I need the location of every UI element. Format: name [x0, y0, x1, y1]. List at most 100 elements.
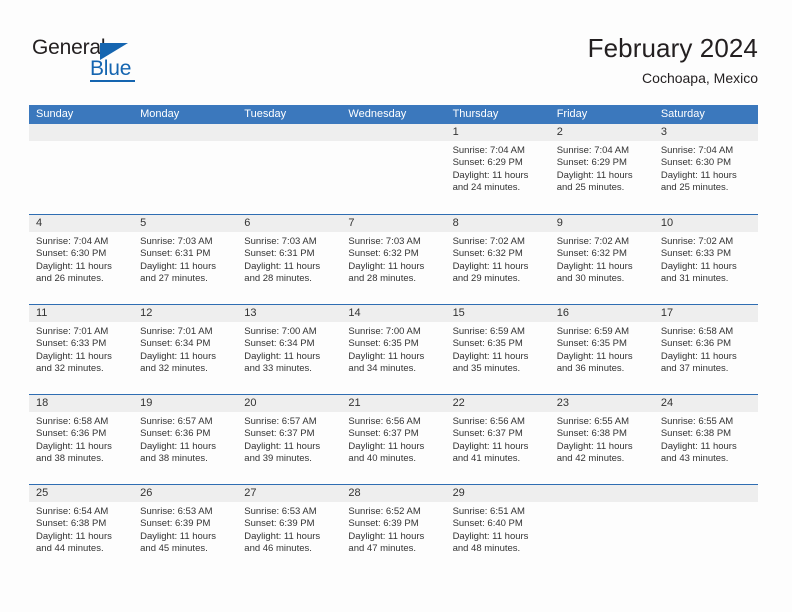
calendar-week-row: 4 Sunrise: 7:04 AM Sunset: 6:30 PM Daylight… [29, 214, 758, 304]
weekday-header-wednesday: Wednesday [348, 108, 407, 120]
day-daylight-line2-text: and 30 minutes. [556, 273, 625, 285]
day-daylight-line1-text: Daylight: 11 hours [36, 530, 112, 542]
weekday-header-saturday: Saturday [660, 108, 705, 120]
day-daylight-line2-text: and 38 minutes. [36, 453, 104, 465]
calendar-day-cell-empty [237, 124, 342, 214]
day-sunrise-text: Sunrise: 7:01 AM [36, 326, 109, 337]
day-sunrise-text: Sunrise: 7:04 AM [556, 145, 630, 156]
day-details: Sunrise: 7:00 AM Sunset: 6:34 PM Daylight:… [237, 322, 341, 376]
calendar-day-cell[interactable]: 27 Sunrise: 6:53 AM Sunset: 6:39 PM Dayligh… [237, 485, 342, 574]
calendar-day-cell[interactable]: 15 Sunrise: 6:59 AM Sunset: 6:35 PM Dayligh… [445, 305, 550, 394]
day-number: 10 [653, 215, 758, 232]
calendar-day-cell[interactable]: 22 Sunrise: 6:56 AM Sunset: 6:37 PM Dayligh… [445, 395, 550, 484]
calendar-day-cell[interactable]: 18 Sunrise: 6:58 AM Sunset: 6:36 PM Dayligh… [29, 395, 134, 484]
day-sunset-text: Sunset: 6:35 PM [556, 338, 627, 350]
page-subtitle: Cochoapa, Mexico [642, 70, 758, 86]
day-details: Sunrise: 7:03 AM Sunset: 6:32 PM Daylight:… [341, 232, 445, 286]
calendar-day-cell-empty [133, 124, 238, 214]
day-number [29, 124, 134, 141]
day-sunrise-text: Sunrise: 7:04 AM [452, 145, 525, 156]
calendar-day-cell[interactable]: 16 Sunrise: 6:59 AM Sunset: 6:35 PM Dayligh… [549, 305, 654, 394]
day-number: 20 [237, 395, 342, 412]
day-sunset-text: Sunset: 6:34 PM [244, 338, 315, 350]
day-details: Sunrise: 6:55 AM Sunset: 6:38 PM Daylight:… [654, 412, 758, 466]
calendar-day-cell[interactable]: 25 Sunrise: 6:54 AM Sunset: 6:38 PM Dayligh… [29, 485, 134, 574]
calendar-day-cell[interactable]: 2 Sunrise: 7:04 AM Sunset: 6:29 PM Daylight… [549, 124, 654, 214]
calendar-day-cell[interactable]: 28 Sunrise: 6:52 AM Sunset: 6:39 PM Dayligh… [341, 485, 446, 574]
day-sunset-text: Sunset: 6:39 PM [348, 518, 419, 530]
calendar-day-cell[interactable]: 3 Sunrise: 7:04 AM Sunset: 6:30 PM Daylight… [653, 124, 758, 214]
calendar-day-cell[interactable]: 26 Sunrise: 6:53 AM Sunset: 6:39 PM Dayligh… [133, 485, 238, 574]
calendar-day-cell[interactable]: 21 Sunrise: 6:56 AM Sunset: 6:37 PM Dayligh… [341, 395, 446, 484]
day-daylight-line1-text: Daylight: 11 hours [140, 440, 217, 452]
calendar-day-cell[interactable]: 23 Sunrise: 6:55 AM Sunset: 6:38 PM Dayligh… [549, 395, 654, 484]
day-sunrise-text: Sunrise: 6:58 AM [660, 326, 734, 337]
generalblue-logo[interactable]: General Blue [32, 36, 192, 86]
day-details: Sunrise: 7:04 AM Sunset: 6:29 PM Daylight:… [446, 141, 550, 195]
calendar-day-cell-empty [29, 124, 134, 214]
day-sunset-text: Sunset: 6:32 PM [556, 248, 627, 260]
day-number [549, 485, 654, 502]
day-sunrise-text: Sunrise: 6:51 AM [452, 506, 525, 517]
calendar-day-cell[interactable]: 6 Sunrise: 7:03 AM Sunset: 6:31 PM Daylight… [237, 215, 342, 304]
day-daylight-line2-text: and 37 minutes. [660, 363, 729, 375]
day-number: 15 [445, 305, 550, 322]
day-number: 8 [445, 215, 550, 232]
day-daylight-line2-text: and 33 minutes. [244, 363, 312, 375]
day-sunset-text: Sunset: 6:38 PM [556, 428, 627, 440]
day-sunrise-text: Sunrise: 6:53 AM [140, 506, 213, 517]
day-sunset-text: Sunset: 6:38 PM [660, 428, 732, 440]
day-daylight-line1-text: Daylight: 11 hours [36, 350, 112, 362]
day-sunrise-text: Sunrise: 7:02 AM [556, 236, 630, 247]
day-sunset-text: Sunset: 6:36 PM [140, 428, 211, 440]
calendar-day-cell[interactable]: 8 Sunrise: 7:02 AM Sunset: 6:32 PM Daylight… [445, 215, 550, 304]
day-number [133, 124, 238, 141]
day-daylight-line1-text: Daylight: 11 hours [36, 260, 112, 272]
day-details: Sunrise: 7:02 AM Sunset: 6:33 PM Daylight:… [654, 232, 758, 286]
calendar-day-cell[interactable]: 17 Sunrise: 6:58 AM Sunset: 6:36 PM Dayligh… [653, 305, 758, 394]
day-daylight-line2-text: and 42 minutes. [556, 453, 625, 465]
day-details: Sunrise: 7:03 AM Sunset: 6:31 PM Daylight:… [133, 232, 237, 286]
calendar-day-cell[interactable]: 24 Sunrise: 6:55 AM Sunset: 6:38 PM Dayligh… [653, 395, 758, 484]
day-number: 7 [341, 215, 446, 232]
day-number: 6 [237, 215, 342, 232]
day-daylight-line2-text: and 32 minutes. [36, 363, 104, 375]
day-daylight-line2-text: and 26 minutes. [36, 273, 104, 285]
calendar-day-cell[interactable]: 12 Sunrise: 7:01 AM Sunset: 6:34 PM Dayligh… [133, 305, 238, 394]
calendar-day-cell[interactable]: 7 Sunrise: 7:03 AM Sunset: 6:32 PM Daylight… [341, 215, 446, 304]
day-sunrise-text: Sunrise: 6:59 AM [556, 326, 630, 337]
calendar-day-cell[interactable]: 10 Sunrise: 7:02 AM Sunset: 6:33 PM Dayligh… [653, 215, 758, 304]
calendar-day-cell[interactable]: 14 Sunrise: 7:00 AM Sunset: 6:35 PM Dayligh… [341, 305, 446, 394]
day-details: Sunrise: 7:03 AM Sunset: 6:31 PM Daylight:… [237, 232, 341, 286]
day-daylight-line1-text: Daylight: 11 hours [556, 350, 633, 362]
day-daylight-line1-text: Daylight: 11 hours [660, 169, 737, 181]
day-details: Sunrise: 6:59 AM Sunset: 6:35 PM Daylight:… [550, 322, 654, 376]
day-sunrise-text: Sunrise: 7:04 AM [36, 236, 109, 247]
calendar-day-cell[interactable]: 11 Sunrise: 7:01 AM Sunset: 6:33 PM Dayligh… [29, 305, 134, 394]
calendar-day-cell[interactable]: 1 Sunrise: 7:04 AM Sunset: 6:29 PM Daylight… [445, 124, 550, 214]
calendar-day-cell[interactable]: 13 Sunrise: 7:00 AM Sunset: 6:34 PM Dayligh… [237, 305, 342, 394]
day-number: 29 [445, 485, 550, 502]
day-sunrise-text: Sunrise: 6:59 AM [452, 326, 525, 337]
weekday-header-tuesday: Tuesday [244, 108, 287, 120]
day-details: Sunrise: 7:01 AM Sunset: 6:34 PM Daylight:… [133, 322, 237, 376]
day-daylight-line2-text: and 47 minutes. [348, 543, 417, 555]
day-sunrise-text: Sunrise: 6:53 AM [244, 506, 317, 517]
day-daylight-line1-text: Daylight: 11 hours [244, 260, 321, 272]
day-sunset-text: Sunset: 6:30 PM [660, 157, 732, 169]
day-sunset-text: Sunset: 6:32 PM [452, 248, 523, 260]
day-daylight-line1-text: Daylight: 11 hours [452, 260, 529, 272]
day-daylight-line1-text: Daylight: 11 hours [140, 350, 217, 362]
calendar-day-cell[interactable]: 4 Sunrise: 7:04 AM Sunset: 6:30 PM Daylight… [29, 215, 134, 304]
day-daylight-line2-text: and 31 minutes. [660, 273, 729, 285]
calendar-day-cell[interactable]: 5 Sunrise: 7:03 AM Sunset: 6:31 PM Daylight… [133, 215, 238, 304]
day-details: Sunrise: 7:04 AM Sunset: 6:30 PM Daylight:… [29, 232, 133, 286]
calendar-day-cell[interactable]: 29 Sunrise: 6:51 AM Sunset: 6:40 PM Dayligh… [445, 485, 550, 574]
day-sunrise-text: Sunrise: 7:03 AM [348, 236, 421, 247]
day-daylight-line1-text: Daylight: 11 hours [660, 260, 737, 272]
calendar-day-cell[interactable]: 20 Sunrise: 6:57 AM Sunset: 6:37 PM Dayligh… [237, 395, 342, 484]
day-number: 5 [133, 215, 238, 232]
day-number: 25 [29, 485, 134, 502]
calendar-day-cell[interactable]: 9 Sunrise: 7:02 AM Sunset: 6:32 PM Daylight… [549, 215, 654, 304]
calendar-day-cell[interactable]: 19 Sunrise: 6:57 AM Sunset: 6:36 PM Dayligh… [133, 395, 238, 484]
